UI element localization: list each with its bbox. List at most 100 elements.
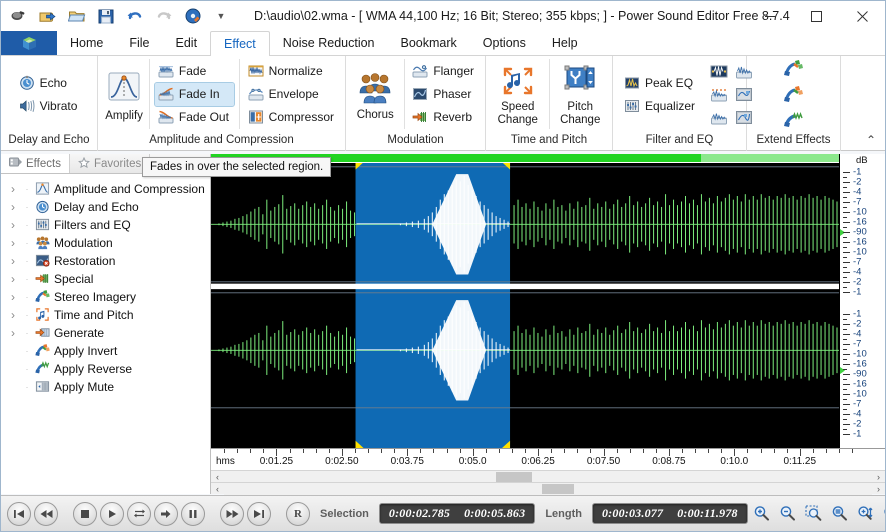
dynamic-eq-icon[interactable]: [708, 107, 729, 128]
pause-button[interactable]: [181, 501, 205, 526]
flanger-button[interactable]: Flanger: [409, 60, 479, 83]
amplitude-icon: [35, 181, 51, 197]
record-forward-button[interactable]: [154, 501, 178, 526]
loop-button[interactable]: [127, 501, 151, 526]
chevron-right-icon[interactable]: ›: [7, 288, 19, 306]
headset-icon[interactable]: [7, 4, 31, 28]
pitch-change-button[interactable]: Pitch Change: [552, 58, 608, 130]
burn-cd-icon[interactable]: [181, 4, 205, 28]
horizontal-scrollbar-secondary[interactable]: ‹ ›: [211, 482, 885, 495]
phaser-button[interactable]: Phaser: [409, 83, 479, 106]
fade-button[interactable]: Fade: [155, 60, 234, 83]
go-to-start-button[interactable]: [7, 501, 31, 526]
ribbon-group-title-time-and-pitch: Time and Pitch: [510, 134, 588, 146]
chevron-right-icon[interactable]: ›: [7, 252, 19, 270]
scientific-filter-icon[interactable]: [708, 61, 729, 82]
time-ruler[interactable]: hms 0:01.25 0:02.50 0:03.75 0:05.0 0:06.25 0:…: [211, 448, 885, 470]
save-icon[interactable]: [94, 4, 118, 28]
chevron-right-icon[interactable]: ›: [7, 216, 19, 234]
scroll-left-button[interactable]: ‹: [211, 472, 224, 482]
tree-item-apply-mute[interactable]: · Apply Mute: [1, 378, 210, 396]
quick-access-dropdown-icon[interactable]: ▼: [214, 5, 228, 27]
chorus-button[interactable]: Chorus: [350, 58, 401, 130]
fade-out-button[interactable]: Fade Out: [155, 106, 234, 129]
scroll-thumb[interactable]: [496, 471, 532, 482]
db-tick-label: -1: [853, 308, 862, 320]
chevron-right-icon[interactable]: ›: [7, 198, 19, 216]
tab-bookmark[interactable]: Bookmark: [388, 31, 470, 56]
zoom-to-selection-button[interactable]: [803, 503, 825, 525]
vocal-remover-icon[interactable]: [781, 82, 807, 106]
app-logo-icon[interactable]: [1, 31, 57, 56]
import-icon[interactable]: [36, 4, 60, 28]
scroll-thumb[interactable]: [541, 483, 574, 494]
normalize-button[interactable]: Normalize: [245, 60, 339, 83]
zoom-in-vertical-button[interactable]: [855, 503, 877, 525]
echo-button[interactable]: Echo: [16, 71, 83, 94]
waveform-canvas[interactable]: [211, 154, 839, 448]
equalizer-button[interactable]: Equalizer: [621, 94, 700, 117]
selection-time-display[interactable]: 0:00:02.785 0:00:05.863: [378, 503, 536, 524]
tab-options[interactable]: Options: [470, 31, 539, 56]
chevron-right-icon[interactable]: ›: [7, 234, 19, 252]
chevron-right-icon[interactable]: ›: [7, 270, 19, 288]
tree-item-time-and-pitch[interactable]: › · Time and Pitch: [1, 306, 210, 324]
tree-item-modulation[interactable]: › · Modulation: [1, 234, 210, 252]
tab-noise-reduction[interactable]: Noise Reduction: [270, 31, 388, 56]
scroll-left-button[interactable]: ‹: [211, 484, 224, 494]
undo-icon[interactable]: [123, 4, 147, 28]
tree-item-delay-and-echo[interactable]: › · Delay and Echo: [1, 198, 210, 216]
play-button[interactable]: [100, 501, 124, 526]
tab-help[interactable]: Help: [539, 31, 591, 56]
speed-change-button[interactable]: Speed Change: [490, 58, 546, 130]
close-button[interactable]: [839, 1, 885, 31]
reverb-button[interactable]: Reverb: [409, 106, 479, 129]
tree-item-apply-invert[interactable]: · Apply Invert: [1, 342, 210, 360]
zoom-out-button[interactable]: [777, 503, 799, 525]
horizontal-scrollbar-primary[interactable]: ‹ ›: [211, 470, 885, 483]
rewind-button[interactable]: [34, 501, 58, 526]
open-icon[interactable]: [65, 4, 89, 28]
dock-tab-favorites[interactable]: Favorites: [70, 154, 151, 173]
record-button[interactable]: R: [286, 501, 310, 526]
tree-item-stereo-imagery[interactable]: › · Stereo Imagery: [1, 288, 210, 306]
custom-effect-icon[interactable]: [781, 108, 807, 132]
tree-item-restoration[interactable]: › · Restoration: [1, 252, 210, 270]
notch-filter-icon[interactable]: [708, 84, 729, 105]
chevron-right-icon[interactable]: ›: [7, 306, 19, 324]
fade-in-button[interactable]: Fade In: [153, 81, 235, 107]
compressor-button[interactable]: Compressor: [245, 106, 339, 129]
envelope-button[interactable]: Envelope: [245, 83, 339, 106]
collapse-ribbon-button[interactable]: ⌃: [863, 132, 879, 148]
tree-item-apply-reverse[interactable]: · Apply Reverse: [1, 360, 210, 378]
chevron-right-icon[interactable]: ›: [7, 324, 19, 342]
tab-edit[interactable]: Edit: [163, 31, 211, 56]
tree-item-generate[interactable]: › · Generate: [1, 324, 210, 342]
zoom-full-button[interactable]: [829, 503, 851, 525]
zoom-out-vertical-button[interactable]: [881, 503, 885, 525]
tree-item-amplitude-and-compression[interactable]: › · Amplitude and Compression: [1, 180, 210, 198]
go-to-end-button[interactable]: [247, 501, 271, 526]
minimize-button[interactable]: [747, 1, 793, 31]
scroll-track[interactable]: [224, 470, 872, 483]
zoom-in-button[interactable]: [751, 503, 773, 525]
tree-item-filters-and-eq[interactable]: › · Filters and EQ: [1, 216, 210, 234]
dock-tab-effects[interactable]: Effects: [1, 154, 70, 173]
amplify-button[interactable]: Amplify: [102, 58, 146, 130]
redo-icon[interactable]: [152, 4, 176, 28]
tree-item-special[interactable]: › · Special: [1, 270, 210, 288]
scroll-right-button[interactable]: ›: [872, 484, 885, 494]
tab-effect[interactable]: Effect: [210, 31, 270, 56]
scroll-right-button[interactable]: ›: [872, 472, 885, 482]
stop-button[interactable]: [73, 501, 97, 526]
chevron-right-icon[interactable]: ›: [7, 180, 19, 198]
vibrato-button[interactable]: Vibrato: [16, 94, 83, 117]
peak-eq-button[interactable]: Peak EQ: [621, 71, 700, 94]
maximize-button[interactable]: [793, 1, 839, 31]
fast-forward-button[interactable]: [220, 501, 244, 526]
tab-home[interactable]: Home: [57, 31, 116, 56]
length-time-display[interactable]: 0:00:03.077 0:00:11.978: [591, 503, 748, 524]
scroll-track[interactable]: [224, 482, 872, 495]
tab-file[interactable]: File: [116, 31, 162, 56]
stereo-tools-icon[interactable]: [781, 56, 807, 80]
